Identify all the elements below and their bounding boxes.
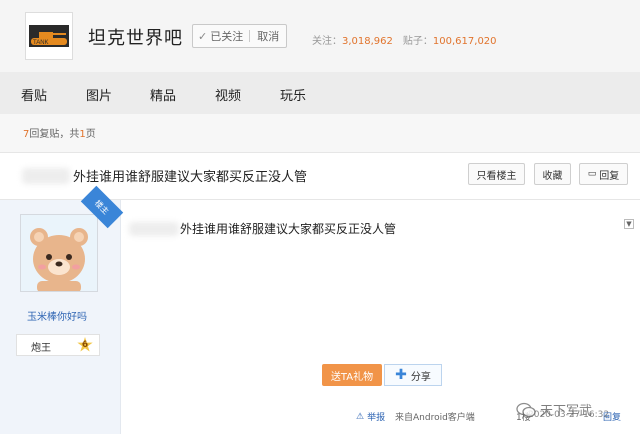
wechat-icon [516, 402, 536, 417]
warning-icon: ⚠ [356, 411, 365, 422]
nav-tab-featured[interactable]: 精品 [150, 85, 176, 104]
tank-logo-icon: TANK [29, 25, 69, 47]
reply-bubble-icon: ▭ [587, 169, 597, 179]
report-label: 举报 [367, 413, 386, 423]
reply-suffix: 回复贴，共 [29, 129, 80, 140]
followers-label: 关注： [312, 36, 342, 47]
level-star-icon: 6 [77, 337, 93, 352]
nav-tab-videos[interactable]: 视频 [215, 85, 241, 104]
forum-header: TANK 坦克世界吧 ✓ 已关注 取消 关注：3,018,962 贴子：100,6… [0, 0, 640, 72]
post-source: 来自Android客户端 [395, 413, 475, 423]
level-name: 炮王 [31, 343, 51, 354]
user-level[interactable]: 炮王 6 [16, 334, 100, 356]
followed-button[interactable]: ✓ 已关注 [193, 25, 249, 47]
posts-label: 贴子： [402, 36, 433, 47]
pager-bar: 7回复贴，共1页 [0, 114, 640, 150]
reply-thread-button[interactable]: ▭ 回复 [579, 163, 628, 185]
reply-thread-label: 回复 [599, 170, 620, 182]
forum-logo[interactable]: TANK [25, 12, 73, 60]
forum-title[interactable]: 坦克世界吧 [88, 24, 183, 50]
followed-label: 已关注 [210, 30, 244, 43]
forum-nav: 看贴 图片 精品 视频 玩乐 [0, 72, 640, 115]
nav-tab-images[interactable]: 图片 [86, 85, 112, 104]
follow-controls: ✓ 已关注 取消 [192, 24, 288, 48]
reply-page-info: 7回复贴，共1页 [23, 125, 96, 140]
unfollow-button[interactable]: 取消 [250, 28, 286, 44]
blurred-title-prefix [22, 168, 70, 184]
nav-tab-posts[interactable]: 看贴 [21, 85, 47, 104]
posts-count: 100,617,020 [432, 36, 497, 47]
thread-title: 外挂谁用谁舒服建议大家都买反正没人管 [73, 170, 308, 185]
send-gift-button[interactable]: 送TA礼物 [322, 364, 382, 386]
nav-tab-fun[interactable]: 玩乐 [280, 85, 306, 104]
share-label: 分享 [410, 371, 431, 383]
page-suffix: 页 [85, 129, 96, 140]
share-button[interactable]: ✚ 分享 [384, 364, 442, 386]
bear-avatar-icon [21, 215, 97, 291]
plus-icon: ✚ [395, 367, 407, 383]
checkmark-icon: ✓ [198, 29, 208, 43]
watermark: 天下军武 [516, 400, 592, 419]
post-reply-link[interactable]: 回复 [603, 410, 621, 423]
watermark-text: 天下军武 [540, 404, 593, 419]
logo-text: TANK [33, 40, 49, 46]
avatar[interactable] [20, 214, 98, 292]
only-op-button[interactable]: 只看楼主 [468, 163, 525, 185]
favorite-button[interactable]: 收藏 [534, 163, 571, 185]
forum-stats: 关注：3,018,962 贴子：100,617,020 [312, 32, 497, 47]
post-content: 外挂谁用谁舒服建议大家都买反正没人管 [180, 222, 397, 236]
caret-down-icon: ▼ [626, 220, 632, 228]
post-username[interactable]: 玉米棒你好吗 [27, 308, 87, 323]
blurred-content-prefix [129, 222, 179, 236]
followers-count: 3,018,962 [342, 36, 393, 47]
report-link[interactable]: ⚠ 举报 [356, 410, 386, 424]
post-menu-dropdown[interactable]: ▼ [624, 219, 634, 229]
